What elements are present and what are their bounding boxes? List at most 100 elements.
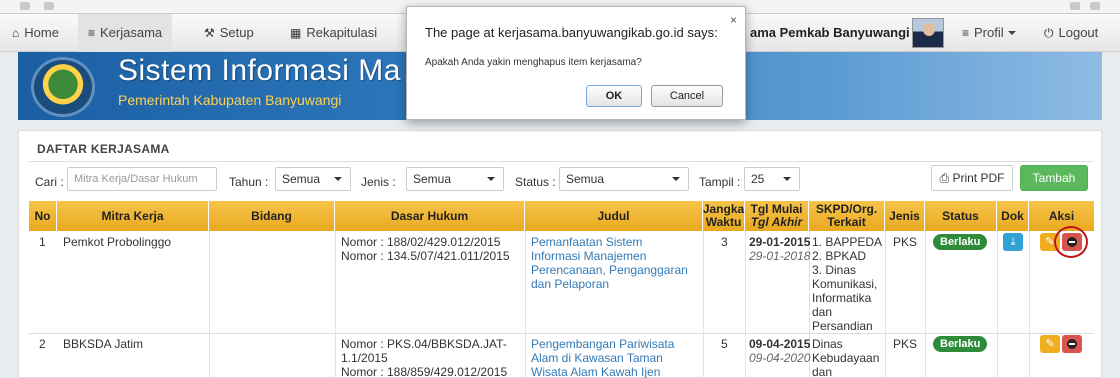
row-tgl-akhir: 09-04-2020 <box>749 351 811 365</box>
tahun-select[interactable]: Semua <box>275 167 351 191</box>
kabupaten-logo <box>34 60 92 114</box>
nav-setup[interactable]: ⚒ Setup <box>194 14 264 52</box>
row-judul-line[interactable]: Alam di Kawasan Taman <box>531 351 663 365</box>
column-header-dok: Dok <box>997 201 1029 231</box>
row-judul-line[interactable]: Wisata Alam Kawah Ijen <box>531 365 660 378</box>
row-skpd-line: Persandian <box>812 319 873 333</box>
divider <box>885 231 886 378</box>
search-input[interactable]: Mitra Kerja/Dasar Hukum <box>67 167 217 191</box>
row-jangka: 3 <box>721 235 728 249</box>
divider <box>1029 231 1030 378</box>
row-judul-line[interactable]: dan Pelaporan <box>531 277 609 291</box>
wrench-icon: ⚒ <box>204 26 215 40</box>
row-skpd-line: Dinas <box>812 337 843 351</box>
column-header-tgl: Tgl Mulai Tgl Akhir <box>745 201 809 231</box>
cancel-button[interactable]: Cancel <box>651 85 723 107</box>
row-judul-line[interactable]: Informasi Manajemen <box>531 249 646 263</box>
banner-subtitle: Pemerintah Kabupaten Banyuwangi <box>118 92 342 108</box>
column-header-dasar-hukum: Dasar Hukum <box>335 201 525 231</box>
row-no: 1 <box>39 235 46 249</box>
panel-title: DAFTAR KERJASAMA <box>37 142 170 156</box>
browser-button[interactable] <box>44 2 54 10</box>
row-tgl-mulai: 29-01-2015 <box>749 235 811 249</box>
row-judul-line[interactable]: Pemanfaatan Sistem <box>531 235 642 249</box>
row-skpd-line: 2. BPKAD <box>812 249 867 263</box>
table-icon: ▦ <box>290 26 302 40</box>
tahun-label: Tahun : <box>229 175 269 189</box>
nav-rekapitulasi[interactable]: ▦ Rekapitulasi <box>280 14 387 52</box>
column-header-jenis: Jenis <box>885 201 925 231</box>
row-mitra: BBKSDA Jatim <box>63 337 144 351</box>
row-divider <box>29 333 1094 334</box>
divider <box>997 231 998 378</box>
avatar[interactable] <box>912 18 944 48</box>
divider <box>335 231 336 378</box>
nav-profil[interactable]: ≡ Profil <box>952 14 1026 52</box>
download-button[interactable]: ⤓ <box>1003 233 1023 251</box>
highlight-circle <box>1054 226 1088 258</box>
jenis-label: Jenis : <box>361 175 396 189</box>
power-icon: ⏻ <box>1044 26 1054 40</box>
kerjasama-table: No Mitra Kerja Bidang Dasar Hukum Judul … <box>29 201 1094 378</box>
nav-logout[interactable]: ⏻ Logout <box>1034 14 1108 52</box>
jenis-value: Semua <box>413 172 452 186</box>
row-no: 2 <box>39 337 46 351</box>
row-dasar-line: Nomor : 134.5/07/421.011/2015 <box>341 249 510 263</box>
nav-kerjasama[interactable]: ≡ Kerjasama <box>78 14 173 52</box>
status-badge: Berlaku <box>933 336 988 352</box>
delete-button[interactable] <box>1062 335 1082 353</box>
jenis-select[interactable]: Semua <box>406 167 504 191</box>
divider <box>525 231 526 378</box>
nav-rekapitulasi-label: Rekapitulasi <box>306 25 378 40</box>
row-skpd-line: 3. Dinas <box>812 263 857 277</box>
list-icon: ≡ <box>962 26 970 40</box>
print-pdf-button[interactable]: ⎙ Print PDF <box>931 165 1013 191</box>
list-icon: ≡ <box>88 26 96 40</box>
row-jenis: PKS <box>893 337 918 351</box>
status-label: Status : <box>515 175 556 189</box>
tambah-button[interactable]: Tambah <box>1020 165 1088 191</box>
row-judul-line[interactable]: Pengembangan Pariwisata <box>531 337 674 351</box>
edit-button[interactable]: ✎ <box>1040 335 1060 353</box>
delete-icon <box>1067 339 1077 349</box>
row-jangka: 5 <box>721 337 728 351</box>
ok-button[interactable]: OK <box>586 85 642 107</box>
close-icon[interactable]: × <box>730 13 737 27</box>
chevron-down-icon <box>334 177 342 181</box>
column-header-bidang: Bidang <box>209 201 335 231</box>
tampil-label: Tampil : <box>699 175 741 189</box>
nav-home-label: Home <box>24 25 59 40</box>
status-select[interactable]: Semua <box>559 167 689 191</box>
row-dasar-line: Nomor : 188/859/429.012/2015 <box>341 365 508 378</box>
print-icon: ⎙ <box>939 171 950 185</box>
browser-button[interactable] <box>20 2 30 10</box>
divider <box>745 231 746 378</box>
nav-home[interactable]: ⌂ Home <box>2 14 69 52</box>
tampil-select[interactable]: 25 <box>744 167 800 191</box>
row-mitra: Pemkot Probolinggo <box>63 235 172 249</box>
row-judul-line[interactable]: Perencanaan, Penganggaran <box>531 263 688 277</box>
column-header-judul: Judul <box>525 201 703 231</box>
chevron-down-icon <box>672 177 680 181</box>
column-header-no: No <box>29 201 57 231</box>
print-pdf-label: Print PDF <box>952 171 1005 185</box>
dialog-title: The page at kerjasama.banyuwangikab.go.i… <box>425 25 718 40</box>
user-name: ama Pemkab Banyuwangi <box>750 25 910 40</box>
column-header-mitra: Mitra Kerja <box>57 201 209 231</box>
kerjasama-panel: DAFTAR KERJASAMA Cari : Mitra Kerja/Dasa… <box>18 130 1102 378</box>
divider <box>29 161 1093 162</box>
row-dasar-line: Nomor : PKS.04/BBKSDA.JAT- <box>341 337 507 351</box>
download-icon: ⤓ <box>1010 236 1016 248</box>
browser-button[interactable] <box>1070 2 1080 10</box>
row-tgl-mulai: 09-04-2015 <box>749 337 811 351</box>
nav-kerjasama-label: Kerjasama <box>100 25 163 40</box>
row-skpd-line: 1. BAPPEDA <box>812 235 883 249</box>
header-waktu: Waktu <box>705 215 742 229</box>
row-dasar-line: Nomor : 188/02/429.012/2015 <box>341 235 501 249</box>
edit-icon: ✎ <box>1045 338 1055 350</box>
column-header-skpd: SKPD/Org. Terkait <box>809 201 885 231</box>
browser-button[interactable] <box>1090 2 1100 10</box>
divider <box>209 231 210 378</box>
status-value: Semua <box>566 172 605 186</box>
header-terkait: Terkait <box>827 215 866 229</box>
